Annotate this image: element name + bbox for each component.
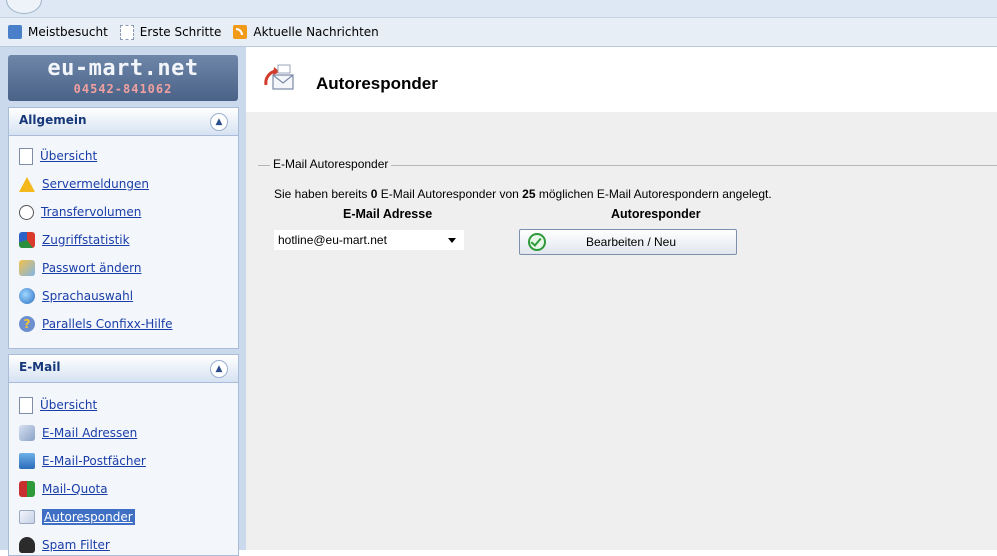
select-value: hotline@eu-mart.net [278,233,387,247]
column-header-autoresponder: Autoresponder [611,207,701,221]
email-address-select[interactable]: hotline@eu-mart.net [274,230,464,250]
globe-icon [19,288,35,304]
page-title: Autoresponder [316,74,438,93]
browser-toolbar [0,0,997,18]
sidebar-item-label[interactable]: Mail-Quota [42,482,108,496]
bookmark-erste-schritte[interactable]: Erste Schritte [119,24,222,40]
sidebar-item-email-adressen[interactable]: E-Mail Adressen [19,422,137,444]
password-icon [19,260,35,276]
panel-title: E-Mail [19,360,61,374]
rss-icon [233,25,248,39]
sidebar-item-label[interactable]: Passwort ändern [42,261,141,275]
panel-email: E-Mail ▲ Übersicht E-Mail Adressen E-Mai… [8,354,239,556]
panel-header[interactable]: Allgemein ▲ [9,108,238,136]
sidebar-item-hilfe[interactable]: ? Parallels Confixx-Hilfe [19,313,173,335]
bookmark-label: Meistbesucht [28,25,108,39]
page-icon [19,396,33,414]
sidebar-item-spam-filter[interactable]: Spam Filter [19,534,110,556]
sidebar-item-passwort[interactable]: Passwort ändern [19,257,141,279]
sidebar-item-email-uebersicht[interactable]: Übersicht [19,394,97,416]
dropdown-arrow-icon [448,237,456,243]
sidebar-item-autoresponder[interactable]: Autoresponder [19,506,135,528]
spam-filter-icon [19,537,35,553]
logo[interactable]: eu-mart.net 04542-841062 [8,55,238,101]
back-button[interactable] [6,0,42,14]
edit-new-button[interactable]: Bearbeiten / Neu [519,229,737,255]
logo-name: eu-mart.net [47,56,199,81]
panel-allgemein: Allgemein ▲ Übersicht Servermeldungen Tr… [8,107,239,349]
autoresponder-count-text: Sie haben bereits 0 E-Mail Autoresponder… [274,187,772,201]
sidebar-item-sprachauswahl[interactable]: Sprachauswahl [19,285,133,307]
sidebar-item-label[interactable]: Servermeldungen [42,177,149,191]
bookmark-icon [8,25,22,39]
page-icon [19,147,33,165]
sidebar-item-uebersicht[interactable]: Übersicht [19,145,97,167]
statistics-icon [19,232,35,248]
sidebar-item-mail-quota[interactable]: Mail-Quota [19,478,108,500]
quota-icon [19,481,35,497]
collapse-icon[interactable]: ▲ [210,360,228,378]
autoresponder-icon [264,64,294,90]
sidebar-item-postfaecher[interactable]: E-Mail-Postfächer [19,450,146,472]
bookmark-aktuelle-nachrichten[interactable]: Aktuelle Nachrichten [233,25,379,39]
sidebar-item-label[interactable]: E-Mail Adressen [42,426,137,440]
bookmark-label: Aktuelle Nachrichten [253,25,379,39]
bookmarks-bar: Meistbesucht Erste Schritte Aktuelle Nac… [0,18,997,47]
panel-title: Allgemein [19,113,87,127]
sidebar-item-zugriffstatistik[interactable]: Zugriffstatistik [19,229,130,251]
checkmark-icon [528,233,546,251]
column-header-email: E-Mail Adresse [343,207,433,221]
transfer-icon [19,204,34,220]
page-header: Autoresponder [246,47,997,112]
email-address-icon [19,425,35,441]
bookmark-label: Erste Schritte [139,25,222,39]
sidebar-item-transfervolumen[interactable]: Transfervolumen [19,201,141,223]
help-icon: ? [19,316,35,332]
collapse-icon[interactable]: ▲ [210,113,228,131]
autoresponder-icon [19,510,35,524]
mailbox-icon [19,453,35,469]
fieldset-legend: E-Mail Autoresponder [270,157,392,171]
warning-icon [19,176,35,192]
page-icon [119,24,134,40]
bookmark-meistbesucht[interactable]: Meistbesucht [8,25,108,39]
sidebar-item-label[interactable]: Übersicht [40,398,97,412]
sidebar-item-label[interactable]: Übersicht [40,149,97,163]
info-max: 25 [522,187,536,201]
sidebar-item-label[interactable]: Transfervolumen [41,205,141,219]
info-prefix: Sie haben bereits [274,187,371,201]
sidebar-item-label[interactable]: E-Mail-Postfächer [42,454,146,468]
sidebar-item-label[interactable]: Parallels Confixx-Hilfe [42,317,173,331]
info-middle: E-Mail Autoresponder von [377,187,523,201]
logo-phone: 04542-841062 [73,82,173,96]
sidebar-item-label[interactable]: Sprachauswahl [42,289,133,303]
panel-header[interactable]: E-Mail ▲ [9,355,238,383]
sidebar-item-label[interactable]: Zugriffstatistik [42,233,130,247]
sidebar-item-label[interactable]: Autoresponder [42,509,135,525]
button-label: Bearbeiten / Neu [585,235,677,249]
info-suffix: möglichen E-Mail Autorespondern angelegt… [535,187,772,201]
main-content: E-Mail Autoresponder Sie haben bereits 0… [246,112,997,550]
sidebar-item-servermeldungen[interactable]: Servermeldungen [19,173,149,195]
